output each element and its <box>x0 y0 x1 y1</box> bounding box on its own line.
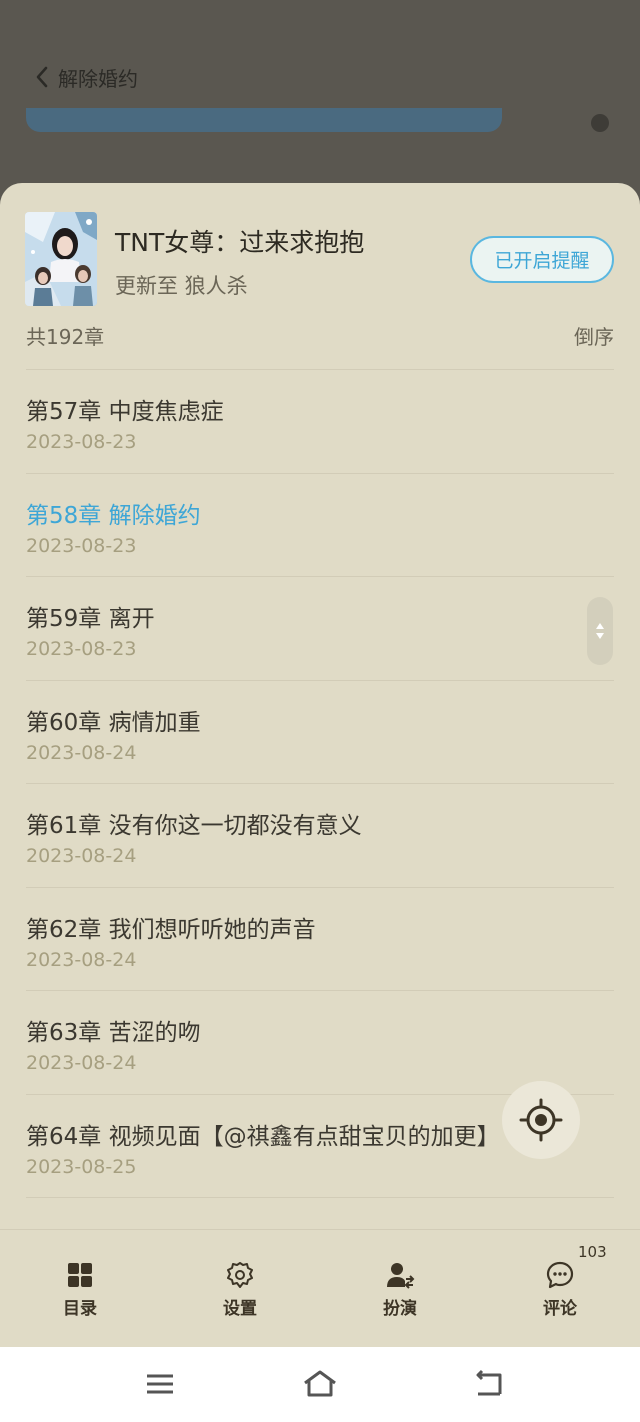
chapter-date: 2023-08-24 <box>26 845 137 867</box>
chapter-item[interactable]: 第57章 中度焦虑症 2023-08-23 <box>26 370 614 474</box>
menu-icon <box>147 1374 173 1394</box>
chapter-title: 第57章 中度焦虑症 <box>26 399 224 425</box>
home-icon <box>304 1370 336 1397</box>
chevron-left-icon <box>36 66 48 88</box>
chapter-item[interactable]: 第60章 病情加重 2023-08-24 <box>26 681 614 784</box>
nav-comments-label: 评论 <box>543 1299 577 1319</box>
back-system-button[interactable] <box>470 1369 506 1399</box>
chapter-date: 2023-08-25 <box>26 1155 137 1178</box>
chapter-item-current[interactable]: 第58章 解除婚约 2023-08-23 <box>26 474 614 577</box>
nav-catalog[interactable]: 目录 <box>35 1260 125 1320</box>
book-header: TNT女尊：过来求抱抱 更新至 狼人杀 已开启提醒 <box>0 183 640 313</box>
back-label: 解除婚约 <box>58 66 138 91</box>
chapter-item[interactable]: 第62章 我们想听听她的声音 2023-08-24 <box>26 888 614 991</box>
nav-roleplay-label: 扮演 <box>383 1299 417 1319</box>
chapter-title: 第61章 没有你这一切都没有意义 <box>26 813 362 839</box>
progress-bar <box>26 108 502 132</box>
chapter-date: 2023-08-24 <box>26 741 137 764</box>
scroll-up-arrow-icon <box>596 623 604 629</box>
chapter-title: 第59章 离开 <box>26 606 155 632</box>
chapter-title: 第58章 解除婚约 <box>26 502 201 529</box>
scroll-down-arrow-icon <box>596 633 604 639</box>
chapter-date: 2023-08-24 <box>26 1052 137 1074</box>
system-navigation-bar <box>0 1347 640 1422</box>
chapter-list-meta: 共192章 倒序 <box>0 321 640 351</box>
locate-current-chapter-button[interactable] <box>502 1081 580 1159</box>
chapter-date: 2023-08-22 <box>26 351 136 353</box>
dim-dot <box>591 114 609 132</box>
chapter-date: 2023-08-23 <box>26 534 137 557</box>
book-title: TNT女尊：过来求抱抱 <box>115 228 365 257</box>
nav-catalog-label: 目录 <box>63 1299 97 1319</box>
chapter-date: 2023-08-23 <box>26 431 137 453</box>
nav-settings[interactable]: 设置 <box>195 1260 285 1320</box>
chapter-date: 2023-08-23 <box>26 638 137 660</box>
comments-count-badge: 103 <box>578 1243 607 1261</box>
nav-comments[interactable]: 评论 <box>515 1260 605 1320</box>
gear-icon <box>227 1262 253 1288</box>
bottom-toolbar: 目录 设置 扮演 评论 <box>0 1229 640 1347</box>
chapter-title: 第60章 病情加重 <box>26 709 201 736</box>
chapter-total: 共192章 <box>26 325 105 349</box>
back-button[interactable]: 解除婚约 <box>34 60 138 94</box>
return-icon <box>476 1369 502 1396</box>
crosshair-icon <box>519 1098 563 1142</box>
book-update-status: 更新至 狼人杀 <box>115 274 248 298</box>
chapter-title: 第64章 视频见面【@祺鑫有点甜宝贝的加更】 <box>26 1123 500 1150</box>
chapter-item[interactable]: 2023-08-22 <box>26 351 614 370</box>
update-reminder-button[interactable]: 已开启提醒 <box>470 236 614 283</box>
book-cover[interactable] <box>25 212 97 306</box>
cover-art-icon <box>25 212 97 306</box>
sort-order-button[interactable]: 倒序 <box>574 321 614 350</box>
chapter-title: 第62章 我们想听听她的声音 <box>26 916 316 943</box>
home-button[interactable] <box>302 1369 338 1399</box>
chapter-item[interactable]: 第63章 苦涩的吻 2023-08-24 <box>26 991 614 1095</box>
nav-roleplay[interactable]: 扮演 <box>355 1260 445 1320</box>
catalog-sheet: TNT女尊：过来求抱抱 更新至 狼人杀 已开启提醒 共192章 倒序 2023-… <box>0 183 640 1347</box>
chapter-title: 第63章 苦涩的吻 <box>26 1020 201 1046</box>
chat-bubble-icon <box>546 1261 574 1289</box>
chapter-item[interactable]: 第59章 离开 2023-08-23 <box>26 577 614 681</box>
user-switch-icon <box>387 1263 415 1289</box>
recent-apps-button[interactable] <box>142 1369 178 1399</box>
dimmed-background[interactable]: 解除婚约 <box>0 0 640 185</box>
fast-scroll-handle[interactable] <box>587 597 613 665</box>
chapter-date: 2023-08-24 <box>26 948 137 971</box>
nav-settings-label: 设置 <box>223 1299 257 1319</box>
grid-icon <box>68 1263 92 1287</box>
chapter-item[interactable]: 第61章 没有你这一切都没有意义 2023-08-24 <box>26 784 614 888</box>
